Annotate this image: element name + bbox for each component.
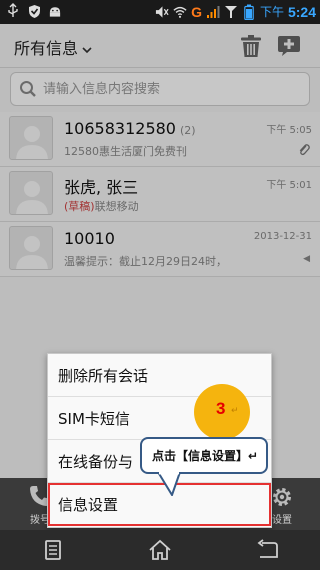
signal-icon [206,4,220,20]
shield-icon [27,3,41,19]
network-type: G [191,3,202,20]
android-icon [48,3,62,19]
back-icon[interactable] [254,537,280,563]
home-icon[interactable] [147,537,173,563]
callout-tail [157,472,181,496]
clock-time: 5:24 [287,3,316,20]
callout-text: 点击【信息设置】↵ [152,449,259,463]
battery-icon [242,4,256,20]
signal-2-icon [224,4,238,20]
menu-item-label: SIM卡短信 [58,410,130,428]
system-nav-bar [0,530,320,570]
menu-item-label: 在线备份与 [58,453,134,471]
usb-icon [6,3,20,19]
return-mark: ↵ [231,406,239,416]
clock-period: 下午 [259,5,284,19]
wifi-icon [173,4,187,20]
step-number: 3 [216,399,226,418]
callout-box: 点击【信息设置】↵ [140,437,268,474]
menu-item-label: 信息设置 [58,496,119,514]
mute-icon [155,4,169,20]
menu-item-label: 删除所有会话 [58,367,149,385]
menu-icon[interactable] [40,537,66,563]
status-bar: G 下午 5:24 [0,0,320,24]
step-badge: 3 ↵ [194,384,250,440]
